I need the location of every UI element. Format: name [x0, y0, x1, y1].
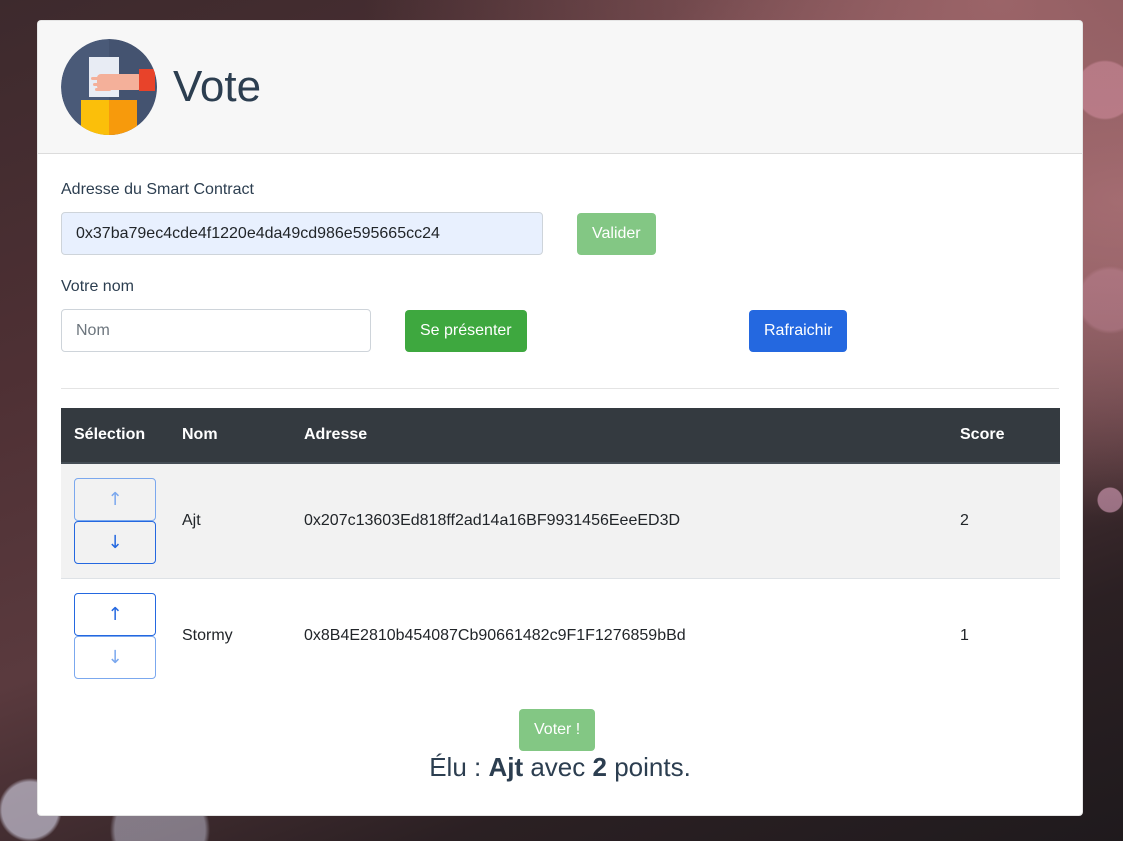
present-button[interactable]: Se présenter — [405, 310, 527, 352]
refresh-button[interactable]: Rafraichir — [749, 310, 848, 352]
result-suffix: points. — [606, 752, 691, 782]
table-header-row: Sélection Nom Adresse Score — [61, 408, 1060, 464]
arrow-up-icon: ↑ — [107, 488, 123, 510]
column-header-name: Nom — [169, 408, 291, 464]
contract-address-label: Adresse du Smart Contract — [61, 181, 254, 198]
candidate-score: 1 — [947, 577, 1060, 693]
column-header-address: Adresse — [291, 408, 947, 464]
candidate-name: Ajt — [169, 462, 291, 578]
rank-controls: ↑ ↓ — [74, 592, 156, 679]
vote-card: Vote Adresse du Smart Contract Valider V… — [37, 20, 1083, 816]
result-prefix: Élu : — [429, 752, 489, 782]
app-title: Vote — [173, 62, 262, 111]
vote-area: Voter ! Élu : Ajt avec 2 points. — [38, 709, 1082, 783]
column-header-score: Score — [947, 408, 1060, 464]
contract-address-input[interactable] — [61, 212, 543, 255]
section-divider — [61, 388, 1059, 389]
election-result: Élu : Ajt avec 2 points. — [38, 752, 1082, 783]
arrow-down-icon: ↓ — [107, 531, 123, 553]
table-row: ↑ ↓ Ajt 0x207c13603Ed818ff2ad14a16BF9931… — [61, 462, 1060, 578]
candidate-address: 0x207c13603Ed818ff2ad14a16BF9931456EeeED… — [291, 462, 947, 578]
selection-cell: ↑ ↓ — [61, 462, 169, 578]
move-up-button[interactable]: ↑ — [74, 477, 156, 521]
selection-cell: ↑ ↓ — [61, 577, 169, 693]
move-down-button[interactable]: ↓ — [74, 520, 156, 564]
column-header-selection: Sélection — [61, 408, 169, 464]
move-down-button[interactable]: ↓ — [74, 635, 156, 679]
result-middle: avec — [523, 752, 593, 782]
validate-button[interactable]: Valider — [577, 213, 656, 255]
name-input[interactable] — [61, 309, 371, 352]
arrow-down-icon: ↓ — [107, 646, 123, 668]
candidate-address: 0x8B4E2810b454087Cb90661482c9F1F1276859b… — [291, 577, 947, 693]
ballot-box-hand-icon — [61, 39, 157, 135]
candidate-score: 2 — [947, 462, 1060, 578]
rank-controls: ↑ ↓ — [74, 477, 156, 564]
elected-points: 2 — [592, 752, 607, 782]
elected-name: Ajt — [488, 752, 524, 782]
table-row: ↑ ↓ Stormy 0x8B4E2810b454087Cb90661482c9… — [61, 577, 1060, 693]
move-up-button[interactable]: ↑ — [74, 592, 156, 636]
name-label: Votre nom — [61, 278, 134, 295]
vote-button[interactable]: Voter ! — [519, 709, 596, 751]
candidates-table: Sélection Nom Adresse Score ↑ ↓ Ajt 0x20… — [61, 408, 1060, 693]
candidate-name: Stormy — [169, 577, 291, 693]
arrow-up-icon: ↑ — [107, 603, 123, 625]
card-header: Vote — [38, 21, 1082, 154]
